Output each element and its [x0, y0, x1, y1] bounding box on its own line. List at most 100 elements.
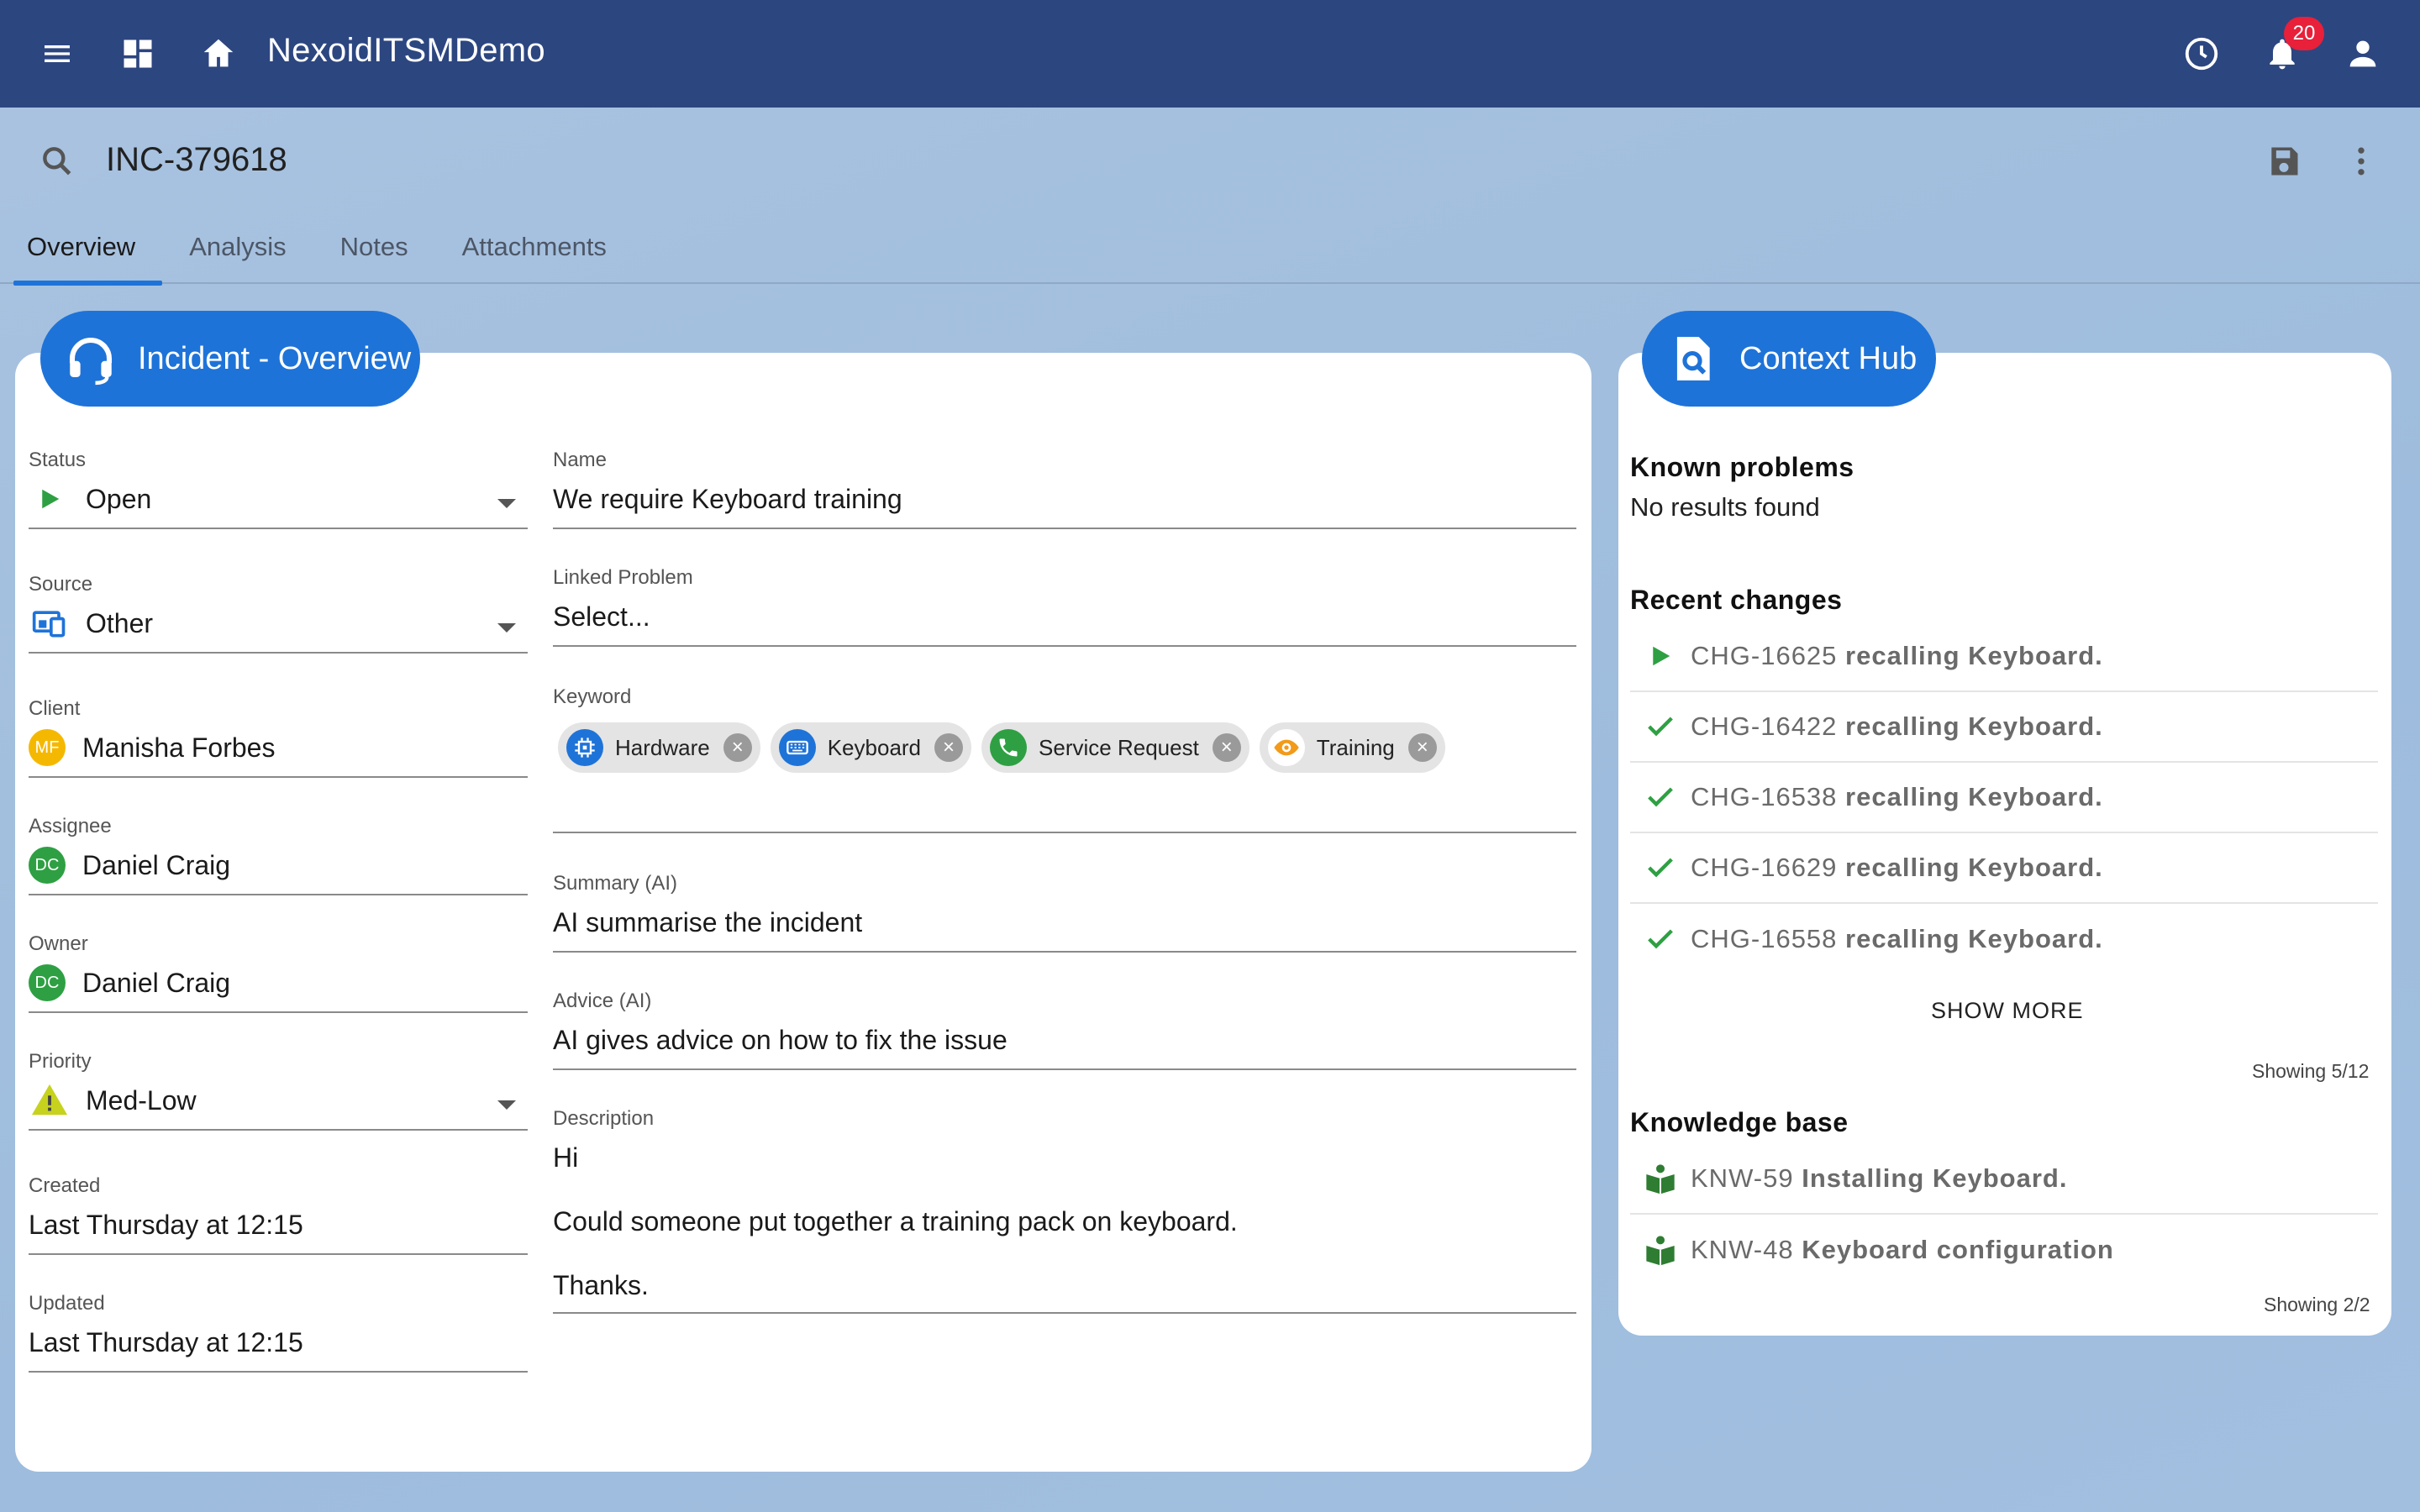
dashboard-icon[interactable]	[111, 27, 165, 81]
article-title: Installing Keyboard.	[1802, 1163, 2068, 1193]
list-item[interactable]: CHG-16538 recalling Keyboard.	[1630, 763, 2378, 833]
chevron-down-icon[interactable]	[497, 1100, 516, 1110]
list-item[interactable]: KNW-59 Installing Keyboard.	[1630, 1144, 2378, 1215]
keyword-chip[interactable]: Hardware ×	[558, 722, 760, 773]
change-text: recalling Keyboard.	[1845, 924, 2103, 953]
client-value: Manisha Forbes	[82, 732, 276, 763]
change-id: CHG-16558	[1691, 924, 1838, 953]
avatar: MF	[29, 729, 66, 766]
description-field[interactable]: Description Hi Could someone put togethe…	[553, 1107, 1576, 1315]
priority-field[interactable]: Priority Med-Low	[29, 1050, 528, 1131]
chevron-down-icon[interactable]	[497, 623, 516, 633]
check-icon	[1630, 780, 1691, 814]
assignee-field[interactable]: Assignee DC Daniel Craig	[29, 815, 528, 895]
change-text: recalling Keyboard.	[1845, 853, 2103, 882]
source-field[interactable]: Source Other	[29, 573, 528, 654]
linked-problem-label: Linked Problem	[553, 566, 693, 589]
article-id: KNW-59	[1691, 1163, 1794, 1193]
status-field[interactable]: Status Open	[29, 449, 528, 529]
chip-cpu-icon	[566, 729, 603, 766]
description-label: Description	[553, 1107, 655, 1130]
close-icon[interactable]: ×	[934, 733, 964, 762]
phone-icon	[990, 729, 1028, 766]
updated-value: Last Thursday at 12:15	[29, 1326, 303, 1357]
priority-value: Med-Low	[86, 1084, 197, 1116]
tab-overview[interactable]: Overview	[0, 220, 163, 286]
tab-analysis[interactable]: Analysis	[162, 220, 313, 284]
chip-label: Service Request	[1039, 734, 1199, 760]
more-options-icon[interactable]	[2334, 134, 2388, 188]
name-field[interactable]: Name We require Keyboard training	[553, 449, 1576, 529]
close-icon[interactable]: ×	[723, 733, 752, 762]
chevron-down-icon[interactable]	[497, 499, 516, 508]
article-title: Keyboard configuration	[1802, 1235, 2114, 1264]
close-icon[interactable]: ×	[1407, 733, 1437, 762]
keyword-chip[interactable]: Training ×	[1259, 722, 1445, 773]
description-line: Hi	[553, 1142, 579, 1173]
advice-ai-field[interactable]: Advice (AI) AI gives advice on how to fi…	[553, 990, 1576, 1070]
headset-icon	[60, 328, 121, 389]
menu-icon[interactable]	[30, 27, 84, 81]
owner-value: Daniel Craig	[82, 967, 231, 998]
list-item[interactable]: KNW-48 Keyboard configuration	[1630, 1215, 2378, 1285]
updated-field: Updated Last Thursday at 12:15	[29, 1292, 528, 1373]
list-item[interactable]: CHG-16422 recalling Keyboard.	[1630, 692, 2378, 763]
check-icon	[1630, 922, 1691, 956]
assignee-value: Daniel Craig	[82, 849, 231, 880]
change-text: recalling Keyboard.	[1845, 782, 2103, 811]
avatar: DC	[29, 847, 66, 884]
description-line: Could someone put together a training pa…	[553, 1205, 1238, 1236]
source-value: Other	[86, 607, 154, 638]
list-item[interactable]: CHG-16629 recalling Keyboard.	[1630, 833, 2378, 904]
user-account-icon[interactable]	[2336, 27, 2390, 81]
owner-label: Owner	[29, 932, 88, 955]
change-id: CHG-16625	[1691, 641, 1838, 670]
notification-count-badge: 20	[2284, 17, 2324, 50]
assignee-label: Assignee	[29, 815, 112, 837]
list-item[interactable]: CHG-16625 recalling Keyboard.	[1630, 622, 2378, 692]
owner-field[interactable]: Owner DC Daniel Craig	[29, 932, 528, 1013]
incident-overview-title: Incident - Overview	[138, 340, 412, 376]
notifications-button[interactable]: 20	[2255, 17, 2324, 81]
list-item[interactable]: CHG-16558 recalling Keyboard.	[1630, 904, 2378, 974]
play-icon	[1630, 643, 1691, 669]
linked-problem-field[interactable]: Linked Problem Select...	[553, 566, 1576, 647]
created-field: Created Last Thursday at 12:15	[29, 1174, 528, 1255]
name-value: We require Keyboard training	[553, 483, 902, 514]
summary-ai-label: Summary (AI)	[553, 872, 678, 895]
play-icon	[29, 486, 71, 512]
recent-changes-heading: Recent changes	[1630, 585, 1843, 615]
keyword-label: Keyword	[553, 685, 632, 708]
change-id: CHG-16422	[1691, 711, 1838, 741]
chip-label: Hardware	[615, 734, 710, 760]
warning-icon	[29, 1081, 71, 1120]
avatar: DC	[29, 964, 66, 1001]
record-id: INC-379618	[106, 141, 287, 178]
check-icon	[1630, 710, 1691, 743]
tab-notes[interactable]: Notes	[313, 220, 435, 284]
priority-label: Priority	[29, 1050, 92, 1073]
recent-changes-count: Showing 5/12	[2252, 1060, 2370, 1082]
keyboard-icon	[778, 729, 816, 766]
knowledge-base-count: Showing 2/2	[2264, 1294, 2370, 1315]
close-icon[interactable]: ×	[1212, 733, 1241, 762]
change-id: CHG-16629	[1691, 853, 1838, 882]
change-text: recalling Keyboard.	[1845, 711, 2103, 741]
incident-overview-header: Incident - Overview	[40, 311, 420, 407]
save-icon[interactable]	[2257, 134, 2311, 188]
home-icon[interactable]	[192, 27, 245, 81]
keyword-field[interactable]: Keyword Hardware × Keyboard × Service Re…	[553, 685, 1576, 835]
history-icon[interactable]	[2175, 27, 2228, 81]
known-problems-empty: No results found	[1630, 492, 1820, 522]
search-icon[interactable]	[30, 134, 84, 188]
keyword-chip[interactable]: Keyboard ×	[770, 722, 972, 773]
summary-ai-field[interactable]: Summary (AI) AI summarise the incident	[553, 872, 1576, 953]
devices-icon	[29, 605, 71, 642]
app-title: NexoidITSMDemo	[267, 32, 545, 69]
eye-icon	[1267, 729, 1305, 766]
summary-ai-value: AI summarise the incident	[553, 906, 863, 937]
show-more-button[interactable]: SHOW MORE	[1931, 998, 2084, 1024]
tab-attachments[interactable]: Attachments	[435, 220, 634, 284]
keyword-chip[interactable]: Service Request ×	[981, 722, 1249, 773]
client-field[interactable]: Client MF Manisha Forbes	[29, 697, 528, 778]
